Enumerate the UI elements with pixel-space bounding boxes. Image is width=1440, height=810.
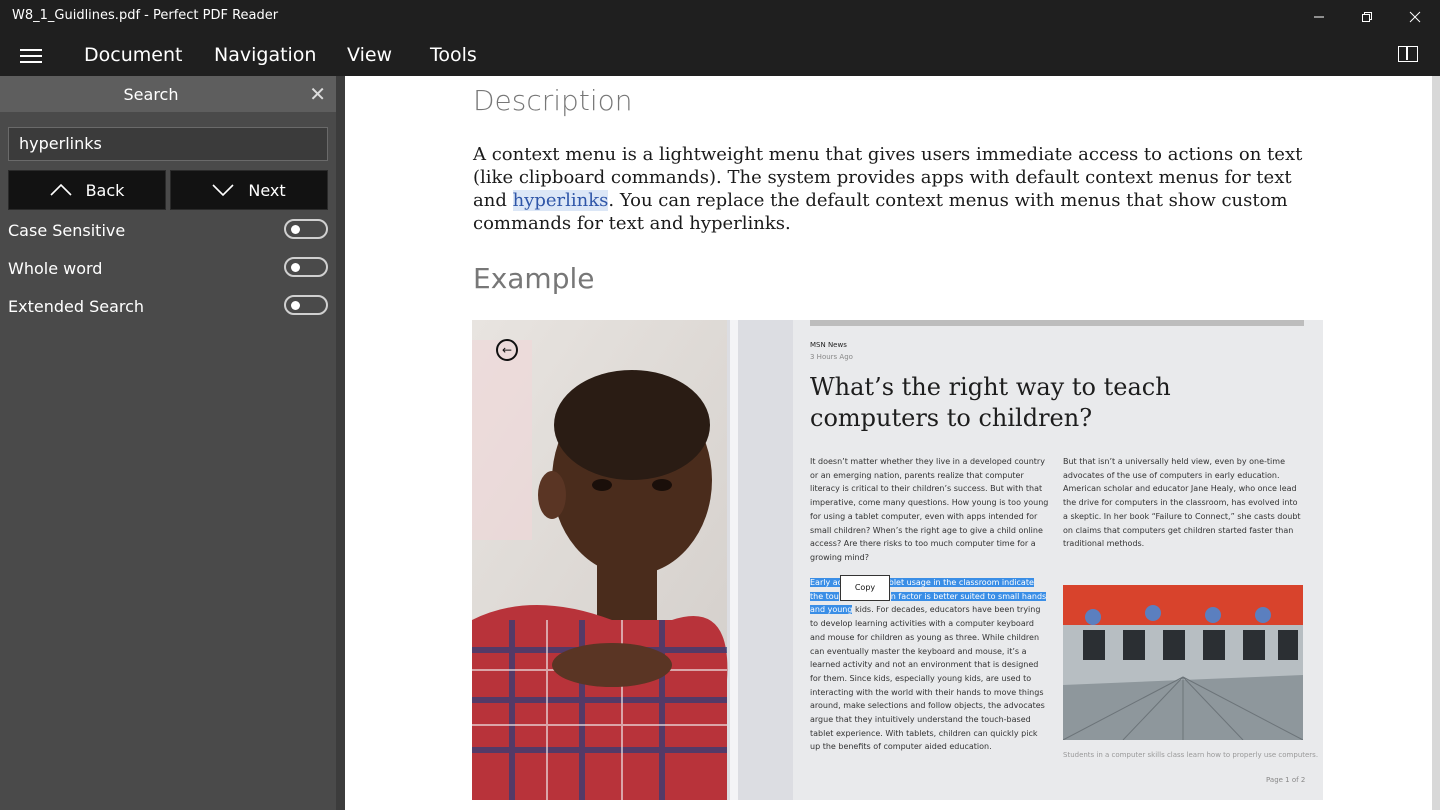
case-sensitive-label: Case Sensitive [8,221,126,240]
case-sensitive-toggle[interactable] [284,219,328,239]
title-bar: W8_1_Guidlines.pdf - Perfect PDF Reader [0,0,1440,34]
search-input[interactable]: hyperlinks [8,127,328,161]
menu-view[interactable]: View [347,44,392,66]
panel-toggle-icon[interactable] [1398,46,1418,62]
minimize-button[interactable] [1296,0,1342,34]
article-source: MSN News [810,341,847,349]
back-label: Back [85,180,125,200]
page-number: Page 1 of 2 [1266,776,1306,784]
extended-search-label: Extended Search [8,297,145,316]
article-time: 3 Hours Ago [810,353,853,361]
sel-d: n factor is better suited to small hands [890,591,1047,601]
vertical-scrollbar[interactable] [1432,76,1440,810]
search-panel: Search ✕ hyperlinks Back Next Case Sensi… [0,76,336,810]
case-sensitive-option: Case Sensitive [8,219,328,243]
window-title: W8_1_Guidlines.pdf - Perfect PDF Reader [12,8,279,23]
description-paragraph: A context menu is a lightweight menu tha… [473,143,1323,235]
menu-tools[interactable]: Tools [430,44,477,66]
close-window-button[interactable] [1392,0,1438,34]
article-col2-para: But that isn’t a universally held view, … [1063,457,1301,549]
col1-rest: kids. For decades, educators have been t… [810,605,1045,752]
example-figure: ← MSN News 3 Hours Ago What’s the right … [472,320,1323,800]
article-col1-para2: Early ad blet usage in the classroom indi… [810,576,1050,754]
document-view[interactable]: Description A context menu is a lightwei… [345,76,1432,810]
restore-icon [1362,12,1372,22]
search-panel-title: Search [123,85,179,104]
back-arrow-icon: ← [496,339,518,361]
close-icon [1409,11,1421,23]
menu-document[interactable]: Document [84,44,182,66]
hamburger-menu-icon[interactable] [20,46,42,64]
article-top-strip [810,320,1304,326]
article-col1-para1: It doesn’t matter whether they live in a… [810,457,1049,562]
search-hit-highlight[interactable]: hyperlinks [512,190,609,211]
child-photo: ← [472,320,793,800]
extended-search-toggle[interactable] [284,295,328,315]
whole-word-toggle[interactable] [284,257,328,277]
panel-divider[interactable] [336,76,345,810]
back-button[interactable]: Back [8,170,166,210]
sel-e: and young [810,605,853,615]
menu-bar: Document Navigation View Tools [0,34,1440,76]
sel-c: the tou [810,591,839,601]
whole-word-option: Whole word [8,257,328,281]
close-search-icon[interactable]: ✕ [309,82,326,106]
whole-word-label: Whole word [8,259,103,278]
description-heading: Description [473,84,633,117]
minimize-icon [1314,16,1324,18]
menu-navigation[interactable]: Navigation [214,44,316,66]
article-headline: What’s the right way to teach computers … [810,373,1171,432]
article-preview: MSN News 3 Hours Ago What’s the right wa… [810,320,1323,800]
classroom-photo [1063,585,1303,740]
sel-a: Early ad [810,578,843,587]
sel-b: blet usage in the classroom indicate [888,578,1034,587]
extended-search-option: Extended Search [8,295,328,319]
example-heading: Example [473,262,595,295]
chevron-up-icon [50,184,72,196]
next-button[interactable]: Next [170,170,328,210]
next-label: Next [248,180,286,200]
search-panel-header: Search ✕ [0,76,336,112]
figure-caption: Students in a computer skills class lear… [1063,751,1319,759]
restore-button[interactable] [1344,0,1390,34]
chevron-down-icon [212,184,234,196]
copy-popup: Copy [840,575,890,601]
